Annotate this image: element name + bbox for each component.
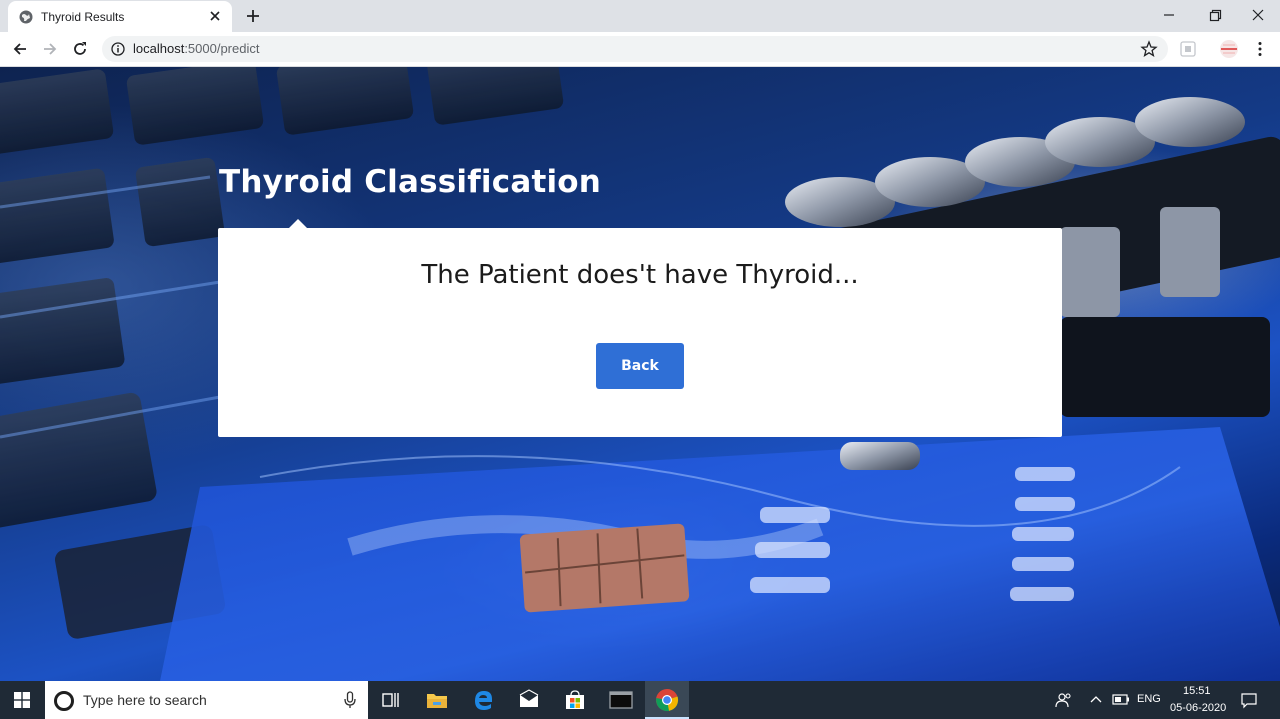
reload-icon[interactable]: [70, 39, 90, 59]
edge-icon[interactable]: [470, 687, 496, 713]
task-view-icon[interactable]: [377, 687, 403, 713]
language-indicator[interactable]: ENG: [1137, 693, 1161, 705]
notifications-icon[interactable]: [1240, 691, 1258, 709]
info-icon[interactable]: [111, 42, 125, 56]
browser-toolbar: localhost:5000/predict: [0, 32, 1280, 67]
store-icon[interactable]: [562, 687, 588, 713]
minimize-icon[interactable]: [1157, 4, 1181, 26]
forward-arrow-icon[interactable]: [40, 39, 60, 59]
prediction-result: The Patient does't have Thyroid...: [421, 260, 859, 290]
windows-taskbar: Type here to search ENG 15:51 05-06-2020: [0, 681, 1280, 719]
back-arrow-icon[interactable]: [10, 39, 30, 59]
windows-start-icon[interactable]: [14, 692, 30, 708]
bookmark-star-icon[interactable]: [1140, 40, 1158, 58]
page-title: Thyroid Classification: [219, 164, 602, 200]
globe-icon: [19, 10, 33, 24]
result-card: The Patient does't have Thyroid... Back: [218, 228, 1062, 437]
page-viewport: Thyroid Classification The Patient does'…: [0, 67, 1280, 681]
mail-icon[interactable]: [516, 687, 542, 713]
back-button[interactable]: Back: [596, 343, 684, 389]
microphone-icon[interactable]: [344, 691, 356, 709]
clock-time[interactable]: 15:51: [1183, 685, 1211, 697]
url-path: :5000/predict: [184, 41, 260, 56]
terminal-icon[interactable]: [608, 687, 634, 713]
restore-icon[interactable]: [1203, 4, 1227, 26]
file-explorer-icon[interactable]: [424, 687, 450, 713]
chrome-taskbar-button[interactable]: [645, 681, 689, 719]
battery-icon[interactable]: [1112, 694, 1130, 705]
tab-thyroid-results[interactable]: Thyroid Results: [8, 1, 232, 32]
chrome-icon: [656, 689, 679, 712]
cortana-icon: [54, 691, 74, 711]
taskbar-search-box[interactable]: Type here to search: [45, 681, 368, 719]
search-placeholder: Type here to search: [83, 692, 207, 708]
url-host: localhost: [133, 41, 185, 56]
tab-title: Thyroid Results: [41, 10, 125, 24]
new-tab-icon[interactable]: [243, 6, 263, 26]
url-text: localhost:5000/predict: [133, 41, 259, 56]
menu-kebab-icon[interactable]: [1250, 39, 1270, 59]
profile-avatar-icon[interactable]: [1219, 39, 1239, 59]
extension-icon[interactable]: [1178, 39, 1198, 59]
clock-date[interactable]: 05-06-2020: [1170, 702, 1226, 714]
people-icon[interactable]: [1055, 692, 1073, 708]
close-window-icon[interactable]: [1246, 4, 1270, 26]
address-bar[interactable]: localhost:5000/predict: [102, 36, 1168, 62]
chevron-up-icon[interactable]: [1090, 694, 1102, 704]
close-tab-icon[interactable]: [207, 8, 223, 24]
tab-strip: Thyroid Results: [0, 0, 1280, 32]
